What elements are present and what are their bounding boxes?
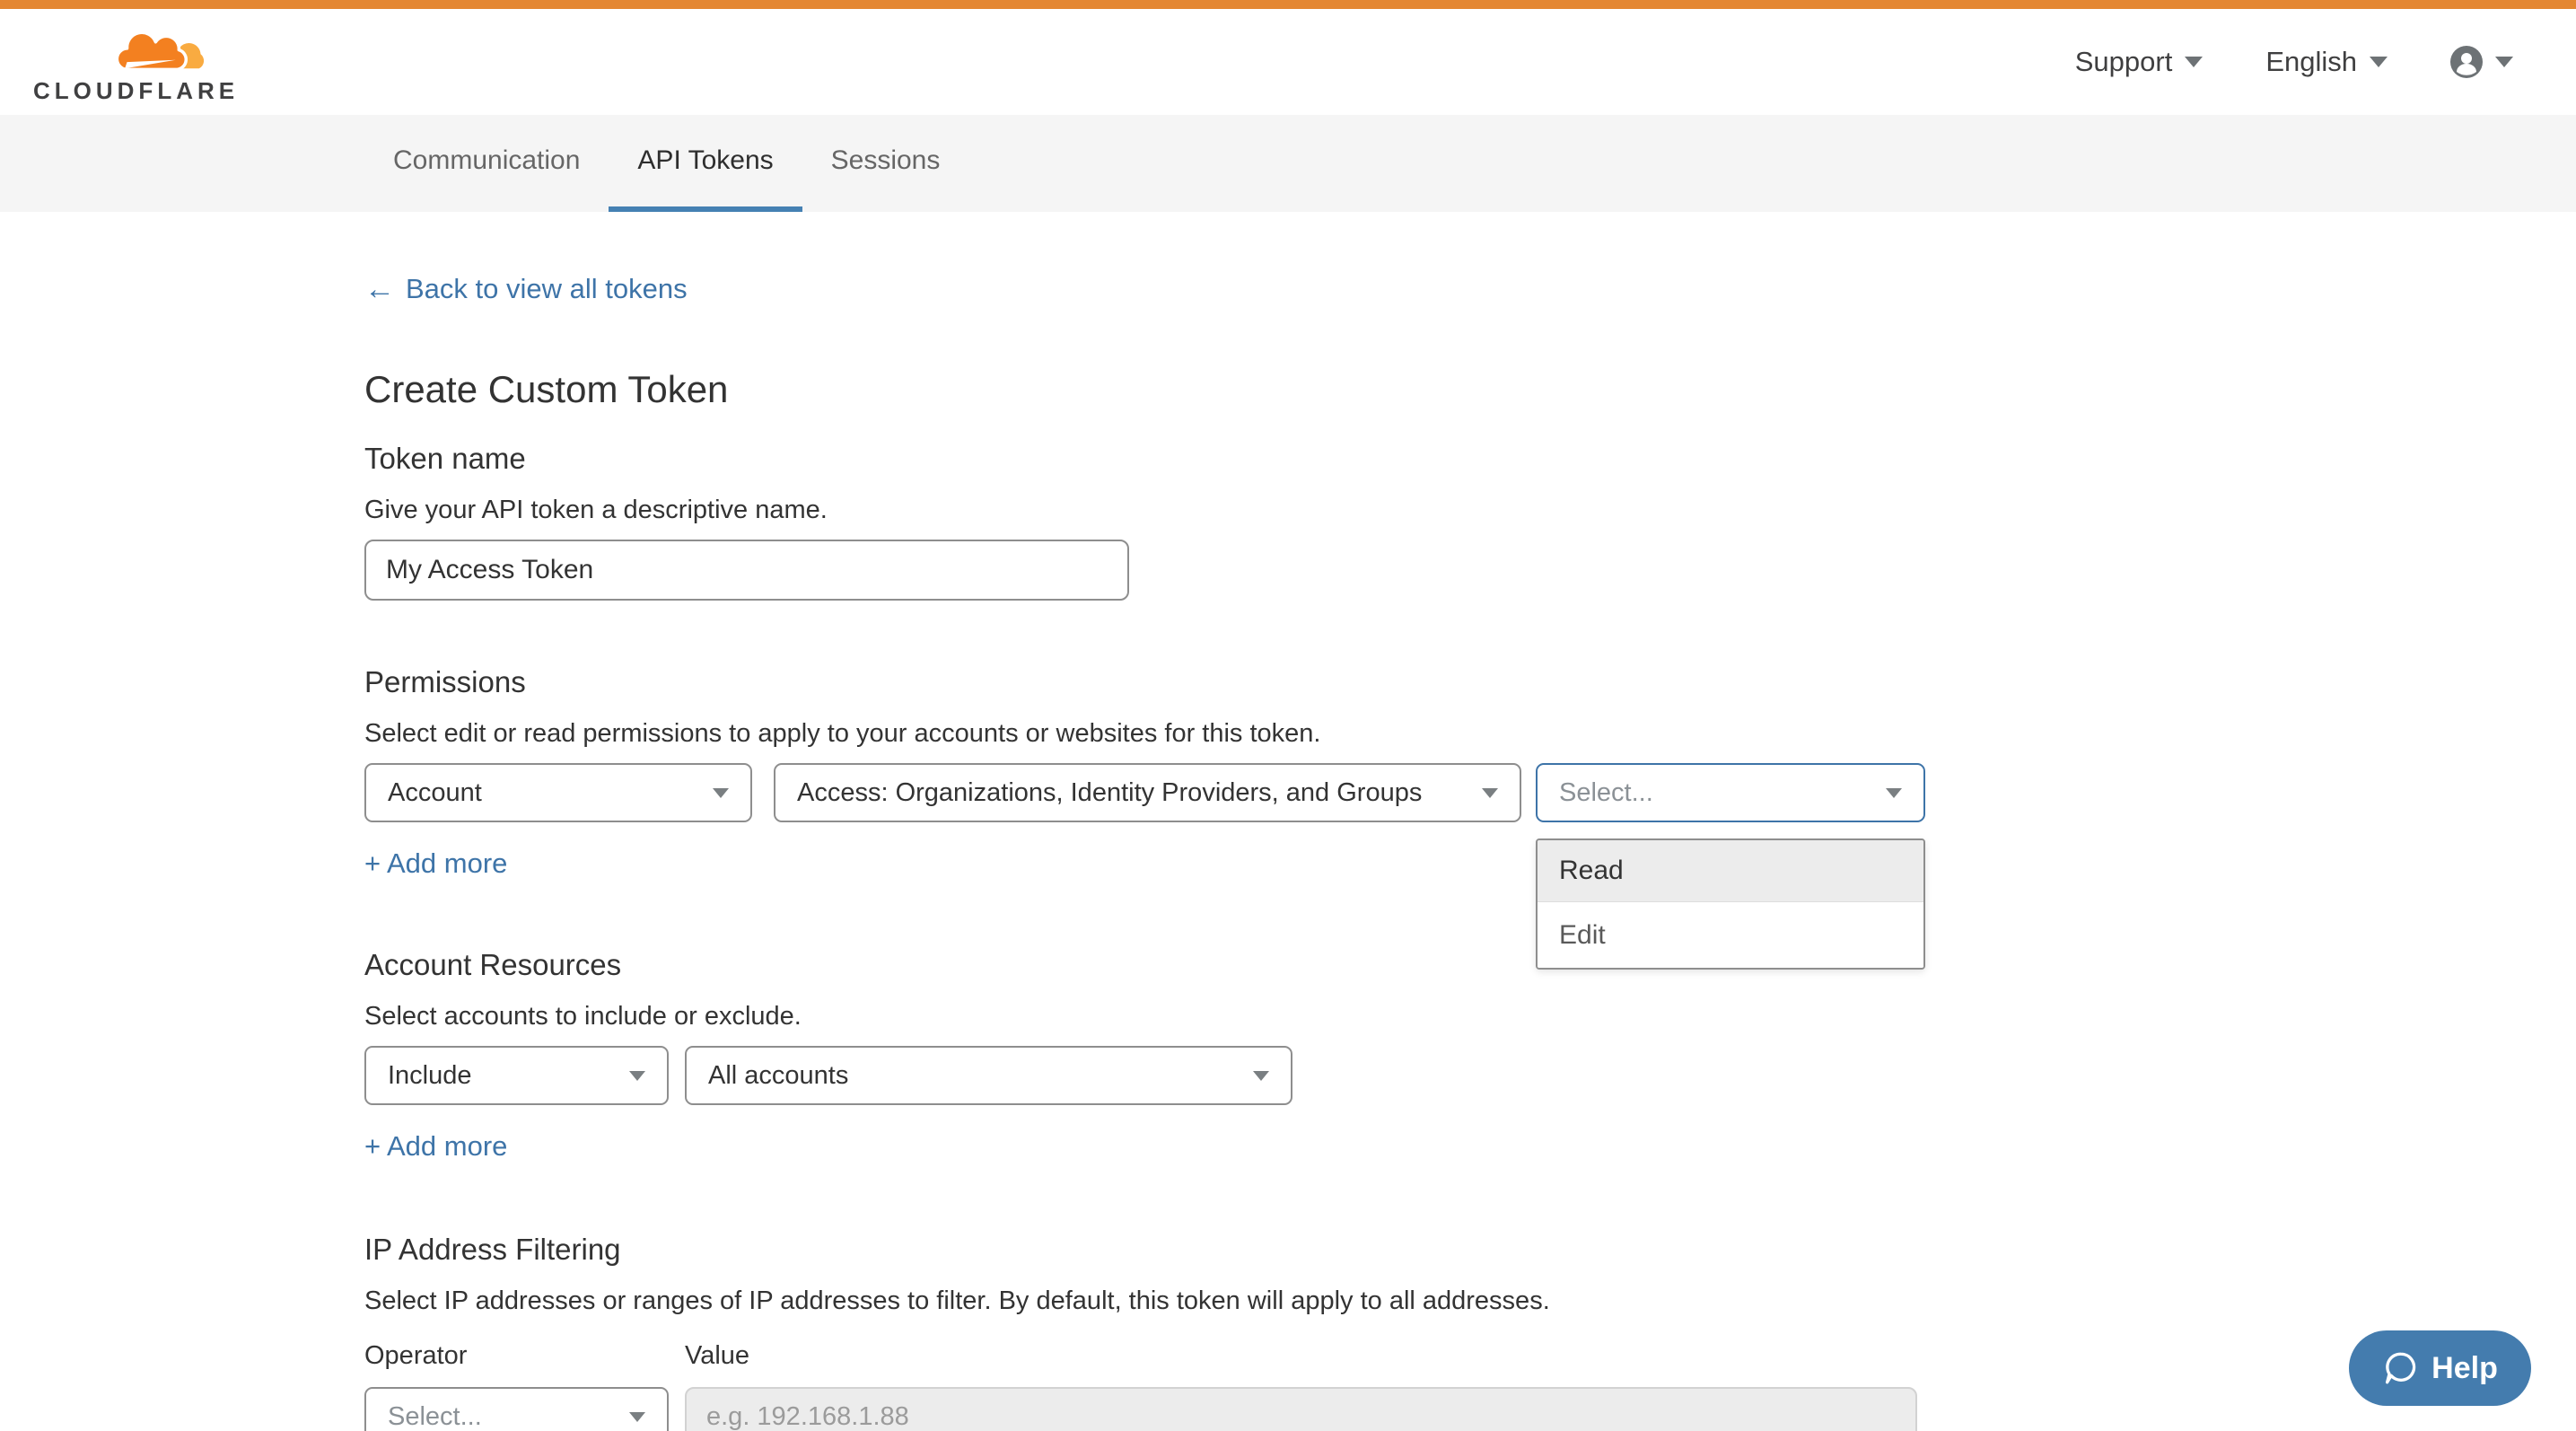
header-nav: Support English	[2012, 46, 2513, 78]
ip-filtering-heading: IP Address Filtering	[364, 1234, 1944, 1266]
permission-access-select[interactable]: Select...	[1536, 763, 1925, 822]
resource-mode-select[interactable]: Include	[364, 1046, 669, 1105]
help-button-label: Help	[2431, 1351, 2498, 1386]
permission-scope-value: Account	[388, 778, 698, 808]
resource-mode-value: Include	[388, 1061, 615, 1091]
top-accent-bar	[0, 0, 2576, 9]
account-resources-description: Select accounts to include or exclude.	[364, 1003, 1944, 1030]
brand-wordmark: CLOUDFLARE	[33, 79, 239, 102]
permissions-row: Account Access: Organizations, Identity …	[364, 763, 1944, 822]
cloudflare-cloud-icon	[112, 22, 218, 77]
resource-accounts-value: All accounts	[708, 1061, 1239, 1091]
header: CLOUDFLARE Support English	[0, 9, 2576, 115]
chevron-down-icon	[2495, 57, 2513, 67]
permission-access-wrap: Select... Read Edit	[1536, 763, 1925, 822]
token-name-input[interactable]	[364, 540, 1129, 601]
value-label: Value	[685, 1341, 749, 1371]
chevron-down-icon	[629, 1071, 645, 1081]
ip-field-labels: Operator Value	[364, 1341, 1944, 1371]
main-content: ← Back to view all tokens Create Custom …	[364, 212, 1944, 1431]
chat-bubble-icon	[2382, 1349, 2420, 1387]
account-menu[interactable]	[2450, 46, 2513, 78]
chevron-down-icon	[1482, 788, 1498, 798]
cloudflare-logo[interactable]: CLOUDFLARE	[33, 22, 239, 102]
token-name-description: Give your API token a descriptive name.	[364, 496, 1944, 523]
back-link-label: Back to view all tokens	[406, 273, 688, 305]
chevron-down-icon	[1253, 1071, 1269, 1081]
permission-group-select[interactable]: Access: Organizations, Identity Provider…	[774, 763, 1521, 822]
menu-option-edit[interactable]: Edit	[1538, 902, 1923, 968]
language-label: English	[2265, 46, 2357, 78]
user-avatar-icon	[2450, 46, 2483, 78]
tab-api-tokens[interactable]: API Tokens	[609, 115, 802, 212]
permissions-heading: Permissions	[364, 667, 1944, 698]
tab-sessions[interactable]: Sessions	[802, 115, 969, 212]
account-resources-row: Include All accounts	[364, 1046, 1944, 1105]
ip-filtering-description: Select IP addresses or ranges of IP addr…	[364, 1287, 1944, 1314]
arrow-left-icon: ←	[364, 274, 395, 304]
ip-value-input[interactable]	[685, 1387, 1917, 1431]
chevron-down-icon	[2370, 57, 2388, 67]
back-to-tokens-link[interactable]: ← Back to view all tokens	[364, 273, 688, 305]
token-name-heading: Token name	[364, 443, 1944, 475]
ip-filtering-section: IP Address Filtering Select IP addresses…	[364, 1234, 1944, 1431]
help-button[interactable]: Help	[2349, 1330, 2531, 1406]
permission-access-menu: Read Edit	[1536, 838, 1925, 970]
menu-option-read[interactable]: Read	[1538, 840, 1923, 902]
permissions-section: Permissions Select edit or read permissi…	[364, 667, 1944, 880]
page-title: Create Custom Token	[364, 370, 1944, 409]
language-menu[interactable]: English	[2265, 46, 2388, 78]
support-label: Support	[2075, 46, 2173, 78]
chevron-down-icon	[2185, 57, 2203, 67]
ip-operator-placeholder: Select...	[388, 1402, 615, 1431]
ip-filtering-row: Select...	[364, 1387, 1944, 1431]
account-resources-section: Account Resources Select accounts to inc…	[364, 950, 1944, 1163]
chevron-down-icon	[629, 1412, 645, 1422]
operator-label: Operator	[364, 1341, 685, 1371]
ip-operator-select[interactable]: Select...	[364, 1387, 669, 1431]
chevron-down-icon	[713, 788, 729, 798]
permissions-description: Select edit or read permissions to apply…	[364, 720, 1944, 747]
account-resources-add-more-link[interactable]: + Add more	[364, 1130, 507, 1163]
tab-bar: Communication API Tokens Sessions	[0, 115, 2576, 212]
support-menu[interactable]: Support	[2075, 46, 2204, 78]
chevron-down-icon	[1886, 788, 1902, 798]
tab-communication[interactable]: Communication	[364, 115, 609, 212]
resource-accounts-select[interactable]: All accounts	[685, 1046, 1292, 1105]
permissions-add-more-link[interactable]: + Add more	[364, 847, 507, 880]
permission-access-placeholder: Select...	[1559, 778, 1871, 808]
permission-scope-select[interactable]: Account	[364, 763, 752, 822]
permission-group-value: Access: Organizations, Identity Provider…	[797, 778, 1468, 808]
